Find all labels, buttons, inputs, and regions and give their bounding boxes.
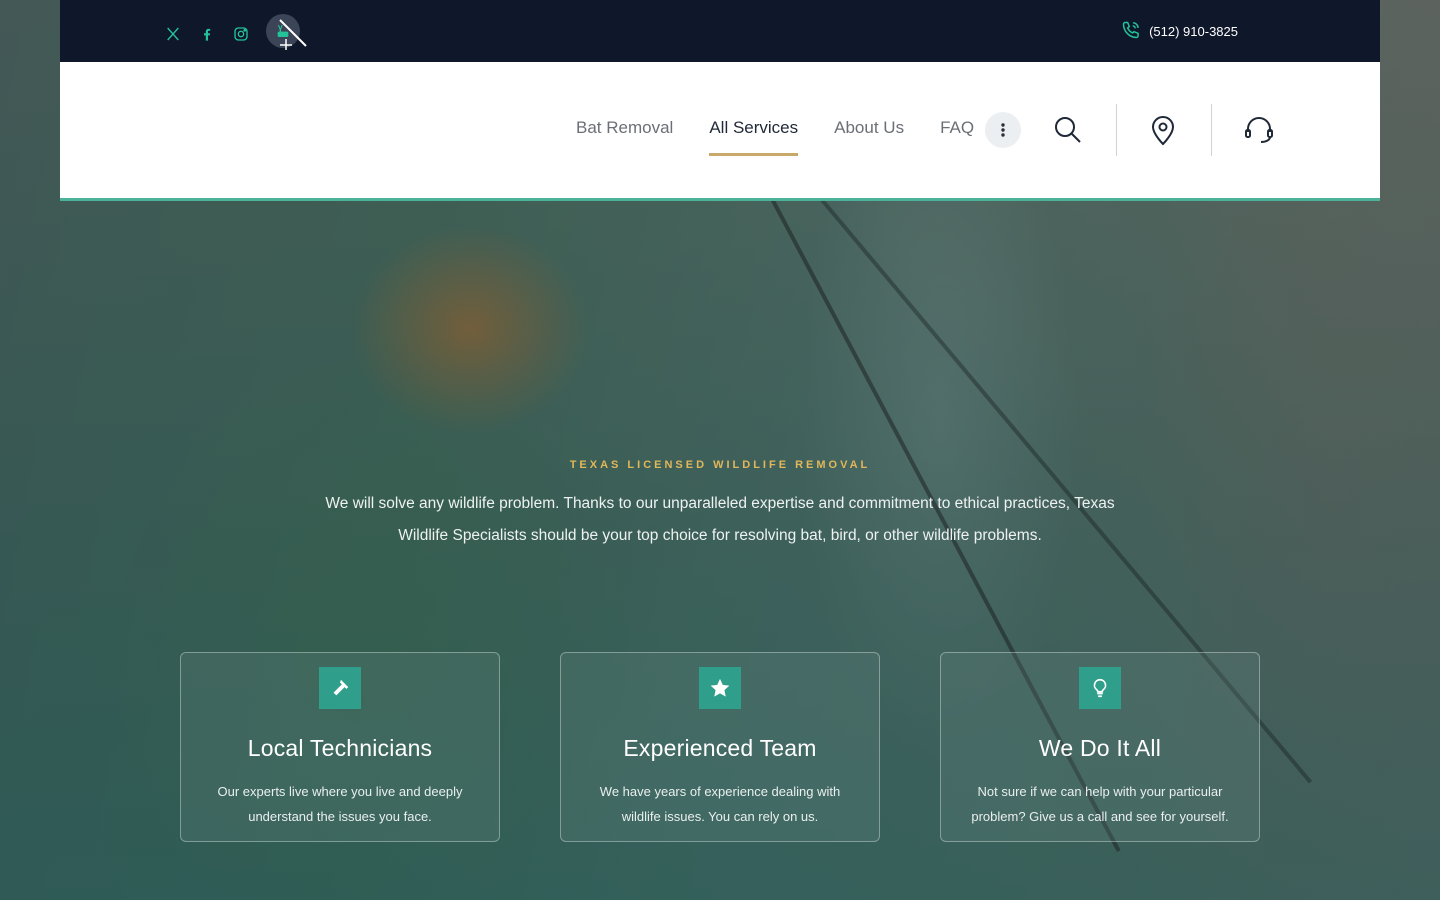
site-header: Bat Removal All Services About Us FAQ [60, 62, 1380, 201]
feature-title: We Do It All [1038, 735, 1162, 761]
header-divider [1116, 104, 1117, 156]
top-bar: (512) 910-3825 [60, 0, 1380, 62]
star-icon [710, 678, 730, 697]
headset-icon [1245, 117, 1273, 143]
search-icon [1055, 117, 1081, 143]
instagram-icon[interactable] [232, 23, 250, 45]
more-vertical-icon [1001, 123, 1005, 137]
feature-badge [319, 667, 361, 709]
search-button[interactable] [1050, 112, 1086, 148]
hammer-icon [333, 679, 349, 696]
location-button[interactable] [1145, 112, 1181, 148]
feature-text: We have years of experience dealing with… [599, 784, 841, 824]
map-pin-icon [1151, 116, 1175, 146]
social-links [164, 14, 300, 48]
feature-text: Not sure if we can help with your partic… [971, 784, 1229, 824]
youtube-icon[interactable] [266, 14, 300, 48]
phone-number: (512) 910-3825 [1149, 24, 1238, 39]
feature-title: Local Technicians [247, 735, 433, 761]
feature-badge [1079, 667, 1121, 709]
x-icon[interactable] [164, 23, 182, 45]
feature-text: Our experts live where you live and deep… [217, 784, 463, 824]
facebook-icon[interactable] [198, 23, 216, 45]
feature-card-local-technicians: Local Technicians Our experts live where… [180, 652, 500, 842]
phone-icon [1121, 20, 1141, 43]
feature-badge [699, 667, 741, 709]
nav-item-all-services[interactable]: All Services [709, 118, 798, 156]
support-button[interactable] [1241, 112, 1277, 148]
nav-item-bat-removal[interactable]: Bat Removal [576, 118, 673, 142]
hero-kicker: TEXAS LICENSED WILDLIFE REMOVAL [569, 459, 871, 471]
nav-item-about-us[interactable]: About Us [834, 118, 904, 142]
topbar-phone[interactable]: (512) 910-3825 [1121, 20, 1238, 43]
more-menu-button[interactable] [985, 112, 1021, 148]
feature-card-experienced-team: Experienced Team We have years of experi… [560, 652, 880, 842]
lightbulb-icon [1093, 678, 1107, 698]
header-divider [1211, 104, 1212, 156]
nav-item-faq[interactable]: FAQ [940, 118, 974, 142]
feature-card-we-do-it-all: We Do It All Not sure if we can help wit… [940, 652, 1260, 842]
feature-title: Experienced Team [623, 735, 817, 761]
main-nav: Bat Removal All Services About Us FAQ [576, 118, 974, 156]
hero-intro: We will solve any wildlife problem. Than… [325, 495, 1115, 544]
